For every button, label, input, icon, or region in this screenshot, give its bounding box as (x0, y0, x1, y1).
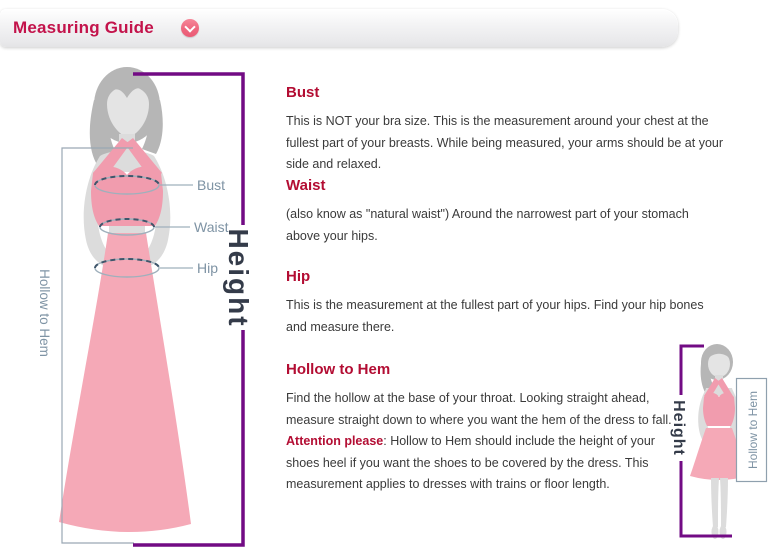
measuring-guide-page: Measuring Guide (0, 0, 778, 553)
hip-section-heading: Hip (286, 268, 310, 285)
measuring-diagram-small: Height Hollow to Hem (660, 335, 775, 553)
chevron-down-icon[interactable] (181, 19, 199, 37)
hip-section-body: This is the measurement at the fullest p… (286, 295, 726, 338)
height-label-small: Height (670, 400, 687, 456)
hip-label: Hip (197, 260, 218, 276)
waist-section-heading: Waist (286, 177, 325, 194)
chevron-glyph (184, 21, 195, 32)
bust-label: Bust (197, 177, 225, 193)
hollow-section-heading: Hollow to Hem (286, 361, 390, 378)
hollow-body-before: Find the hollow at the base of your thro… (286, 391, 672, 427)
bust-section-heading: Bust (286, 84, 319, 101)
hollow-to-hem-label-small: Hollow to Hem (746, 391, 760, 469)
hollow-to-hem-label: Hollow to Hem (37, 269, 52, 357)
hollow-section-body: Find the hollow at the base of your thro… (286, 388, 678, 496)
waist-section-body: (also know as "natural waist") Around th… (286, 204, 726, 247)
attention-label: Attention please (286, 434, 383, 448)
measuring-diagram-large: Bust Waist Hip Hollow to Hem Height (30, 60, 270, 553)
measuring-guide-header[interactable]: Measuring Guide (0, 9, 678, 47)
page-title: Measuring Guide (13, 18, 154, 38)
bust-section-body: This is NOT your bra size. This is the m… (286, 111, 726, 176)
mannequin-figure (59, 67, 191, 532)
height-label: Height (223, 228, 254, 327)
